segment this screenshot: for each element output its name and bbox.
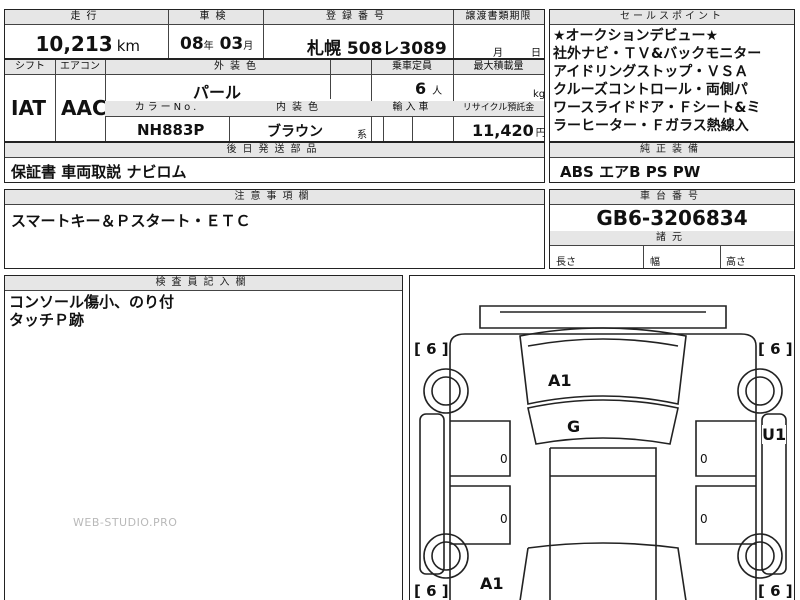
rear-right-tire-mark: [ 6 ] bbox=[758, 582, 793, 600]
standard-equipment-label: 純正装備 bbox=[550, 143, 794, 158]
transfer-month-unit: 月 bbox=[493, 48, 503, 59]
transfer-day-unit: 日 bbox=[531, 48, 541, 59]
body-outline-right bbox=[449, 333, 757, 600]
inspection-month: 03 bbox=[219, 34, 244, 54]
chassis-number: GB6-3206834 bbox=[596, 206, 748, 230]
width-label: 幅 bbox=[650, 257, 660, 268]
selling-point-line: アイドリングストップ・ＶＳＡ bbox=[553, 64, 749, 80]
mileage-label: 走行 bbox=[70, 11, 103, 22]
interior-color-label: 内装色 bbox=[229, 101, 371, 116]
length-label: 長さ bbox=[556, 257, 576, 268]
later-shipping-value: 保証書 車両取説 ナビロム bbox=[11, 163, 187, 181]
chassis-label: 車台番号 bbox=[550, 190, 794, 205]
inspection-date: 08年 03月 bbox=[180, 34, 254, 54]
mileage-number: 10,213 bbox=[35, 32, 113, 56]
recycle-fee-value: 11,420 円 bbox=[472, 121, 546, 140]
color-no-value: NH883P bbox=[137, 121, 205, 139]
right-front-door bbox=[695, 420, 756, 477]
left-front-door bbox=[450, 420, 511, 477]
registration-number: 札幌 508レ3089 bbox=[307, 39, 447, 59]
interior-color-suffix: 系 bbox=[357, 130, 367, 141]
vehicle-info-top-block: 走行 車検 登録番号 譲渡書類期限 10,213 km 08年 03月 札幌 50… bbox=[4, 9, 545, 59]
selling-point-line: クルーズコントロール・両側パ bbox=[553, 82, 748, 98]
notes-label: 注意事項欄 bbox=[5, 190, 544, 205]
door-mark: 0 bbox=[700, 512, 708, 526]
chassis-block: 車台番号 GB6-3206834 諸元 長さ 幅 高さ bbox=[549, 189, 795, 269]
inspector-line: コンソール傷小、のり付 bbox=[9, 293, 175, 311]
front-bumper-outline bbox=[479, 305, 727, 329]
right-side-damage-mark: U1 bbox=[762, 425, 787, 444]
selling-points-block: セールスポイント ★オークションデビュー★ 社外ナビ・ＴＶ&バックモニター アイ… bbox=[549, 9, 795, 142]
inspection-year: 08 bbox=[180, 34, 204, 54]
registration-label: 登録番号 bbox=[326, 11, 390, 22]
windshield-outline bbox=[527, 399, 679, 445]
dimensions-label: 諸元 bbox=[550, 231, 794, 246]
car-diagram-block: [ 6 ] [ 6 ] [ 6 ] [ 6 ] A1 G U1 A1 0 0 0… bbox=[409, 275, 795, 600]
inspection-label: 車検 bbox=[199, 11, 232, 22]
selling-point-line: 社外ナビ・ＴＶ&バックモニター bbox=[553, 46, 762, 62]
rear-damage-mark: A1 bbox=[480, 574, 504, 593]
door-mark: 0 bbox=[500, 512, 508, 526]
vehicle-info-spec-block: シフト エアコン 外装色 乗車定員 最大積載量 IAT AAC パール 6人 k… bbox=[4, 59, 546, 142]
notes-value: スマートキー＆Ｐスタート・ＥＴＣ bbox=[11, 212, 251, 230]
later-shipping-label: 後日発送部品 bbox=[5, 143, 544, 158]
height-label: 高さ bbox=[726, 257, 746, 268]
shift-value: IAT bbox=[11, 96, 47, 120]
rear-left-tire-mark: [ 6 ] bbox=[414, 582, 449, 600]
inspector-block: 検査員記入欄 コンソール傷小、のり付 タッチＰ跡 WEB-STUDIO.PRO bbox=[4, 275, 403, 600]
aircon-value: AAC bbox=[61, 96, 107, 120]
selling-point-line: ★オークションデビュー★ bbox=[553, 28, 719, 44]
selling-points-label: セールスポイント bbox=[550, 10, 794, 25]
exterior-color-value: パール bbox=[193, 83, 242, 102]
inspector-line: タッチＰ跡 bbox=[9, 311, 85, 329]
inspector-label: 検査員記入欄 bbox=[5, 276, 402, 291]
front-right-wheel bbox=[737, 368, 783, 414]
selling-point-line: ラーヒーター・Ｆガラス熱線入 bbox=[553, 118, 749, 134]
door-mark: 0 bbox=[700, 452, 708, 466]
capacity-value: 6人 bbox=[415, 79, 443, 98]
import-label: 輸入車 bbox=[371, 101, 453, 116]
recycle-label: リサイクル預託金 bbox=[453, 101, 544, 116]
max-load-unit: kg bbox=[533, 89, 546, 100]
watermark: WEB-STUDIO.PRO bbox=[73, 516, 178, 529]
front-left-wheel bbox=[423, 368, 469, 414]
max-load-label: 最大積載量 bbox=[473, 61, 524, 72]
rear-right-wheel bbox=[737, 533, 783, 579]
front-right-tire-mark: [ 6 ] bbox=[758, 340, 793, 358]
hood-damage-mark: A1 bbox=[548, 371, 572, 390]
car-body-diagram bbox=[419, 305, 787, 600]
exterior-color-label: 外装色 bbox=[214, 61, 262, 72]
selling-point-line: ワースライドドア・Ｆシート&ミ bbox=[553, 100, 761, 116]
color-no-label: カラーNo. bbox=[105, 101, 229, 116]
mileage-unit: km bbox=[116, 37, 140, 55]
notes-block: 注意事項欄 スマートキー＆Ｐスタート・ＥＴＣ bbox=[4, 189, 545, 269]
standard-equipment-block: 純正装備 ABS エアB PS PW bbox=[549, 142, 795, 183]
door-mark: 0 bbox=[500, 452, 508, 466]
front-left-tire-mark: [ 6 ] bbox=[414, 340, 449, 358]
left-side-sill bbox=[419, 413, 445, 575]
transfer-deadline-label: 譲渡書類期限 bbox=[465, 11, 532, 22]
rear-left-wheel bbox=[423, 533, 469, 579]
shift-label: シフト bbox=[15, 61, 45, 72]
aircon-label: エアコン bbox=[60, 61, 100, 72]
windshield-damage-mark: G bbox=[567, 417, 581, 436]
interior-color-value: ブラウン bbox=[267, 124, 323, 140]
mileage-value: 10,213 km bbox=[36, 32, 141, 56]
later-shipping-block: 後日発送部品 保証書 車両取説 ナビロム bbox=[4, 142, 545, 183]
standard-equipment-value: ABS エアB PS PW bbox=[560, 163, 701, 181]
capacity-label: 乗車定員 bbox=[392, 61, 432, 72]
